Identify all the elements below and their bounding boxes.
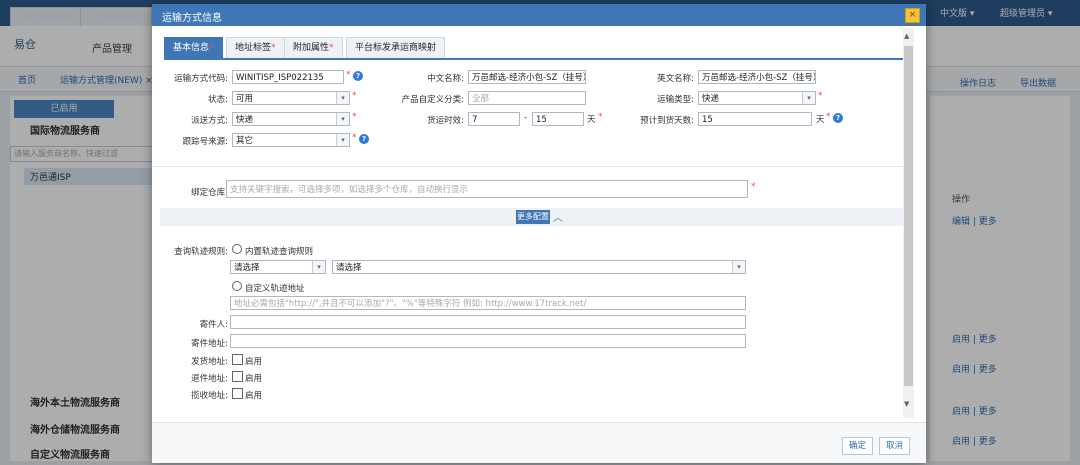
day-unit: 天 [816,115,825,125]
rule-select-1[interactable]: 请选择 ▾ [230,260,326,274]
dialog-scrollbar[interactable]: ▲ ▼ [903,28,914,418]
product-category-label: 产品自定义分类: [401,95,464,105]
tracking-source-label: 跟踪号来源: [182,137,228,147]
ship-address-checkbox[interactable] [232,354,243,365]
sender-address-input[interactable] [230,334,746,348]
dialog-title: 运输方式信息 [162,13,222,24]
query-rule-label: 查询轨迹规则: [174,247,228,257]
sender-label: 寄件人: [199,320,228,330]
ship-address-label: 发货地址: [191,357,228,367]
warehouse-input[interactable]: 支持关键字搜索，可选择多项，如选择多个仓库，自动换行显示 [226,180,748,198]
status-label: 状态: [208,95,228,105]
help-icon[interactable]: ? [359,134,369,144]
help-icon[interactable]: ? [833,113,843,123]
code-label: 运输方式代码: [174,74,228,84]
pickup-address-label: 揽收地址: [191,391,228,401]
confirm-button[interactable]: 确定 [842,437,874,455]
return-address-checkbox[interactable] [232,371,243,382]
delivery-method-label: 派送方式: [191,116,228,126]
expected-days-input[interactable]: 15 [698,112,812,126]
chevron-down-icon: ▾ [336,92,349,104]
more-config-button[interactable]: 更多配置 [516,210,550,224]
code-input[interactable]: WINITISP_ISP022135 [232,70,344,84]
timeliness-label: 货运时效: [427,116,464,126]
chevron-down-icon: ▾ [336,113,349,125]
cancel-button[interactable]: 取消 [879,437,911,455]
scroll-up-icon[interactable]: ▲ [904,32,909,40]
dialog-tabs: 基本信息* 地址标签* 附加属性* 平台标发承运商映射 [164,37,912,60]
pickup-address-checkbox[interactable] [232,388,243,399]
sender-address-label: 寄件地址: [191,339,228,349]
day-unit: 天 [587,115,596,125]
tracking-source-select[interactable]: 其它 ▾ [232,133,350,147]
warehouse-label: 绑定仓库: [191,188,228,198]
tab-carrier-mapping[interactable]: 平台标发承运商映射 [346,37,446,58]
chevron-down-icon: ▾ [732,261,745,273]
dialog-titlebar: 运输方式信息 × [152,4,926,26]
scroll-down-icon[interactable]: ▼ [904,400,909,408]
chevron-up-icon[interactable]: ︿ [553,209,563,224]
help-icon[interactable]: ? [353,71,363,81]
custom-url-input[interactable]: 地址必需包括"http://",并且不可以添加"?"、"%"等特殊字符 例如: … [230,296,746,310]
transport-type-select[interactable]: 快递 ▾ [698,91,816,105]
transport-type-label: 运输类型: [657,95,694,105]
cn-name-label: 中文名称: [427,74,464,84]
enable-label: 启用 [245,391,263,401]
delivery-method-select[interactable]: 快递 ▾ [232,112,350,126]
en-name-label: 英文名称: [657,74,694,84]
timeliness-to-input[interactable]: 15 [532,112,584,126]
transport-method-dialog: 运输方式信息 × 基本信息* 地址标签* 附加属性* 平台标发承运商映射 运输方… [152,4,926,463]
dialog-footer: 确定 取消 [152,422,926,463]
close-icon[interactable]: × [905,8,920,23]
return-address-label: 退件地址: [191,374,228,384]
tab-address-label[interactable]: 地址标签* [226,37,285,58]
custom-url-label: 自定义轨迹地址 [245,284,305,294]
chevron-down-icon: ▾ [802,92,815,104]
custom-url-radio[interactable] [232,281,242,291]
builtin-rule-radio[interactable] [232,244,242,254]
status-select[interactable]: 可用 ▾ [232,91,350,105]
tab-basic-info[interactable]: 基本信息* [164,37,223,58]
enable-label: 启用 [245,357,263,367]
chevron-down-icon: ▾ [312,261,325,273]
scroll-thumb[interactable] [904,46,913,386]
product-category-input[interactable]: 全部 [468,91,586,105]
cn-name-input[interactable]: 万邑邮选-经济小包-SZ（挂号） [468,70,586,84]
en-name-input[interactable]: 万邑邮选-经济小包-SZ（挂号） [698,70,816,84]
tab-extra-attributes[interactable]: 附加属性* [284,37,343,58]
rule-select-2[interactable]: 请选择 ▾ [332,260,746,274]
expected-days-label: 预计到货天数: [640,116,694,126]
chevron-down-icon: ▾ [336,134,349,146]
timeliness-from-input[interactable]: 7 [468,112,520,126]
enable-label: 启用 [245,374,263,384]
sender-input[interactable] [230,315,746,329]
builtin-rule-label: 内置轨迹查询规则 [245,247,314,257]
